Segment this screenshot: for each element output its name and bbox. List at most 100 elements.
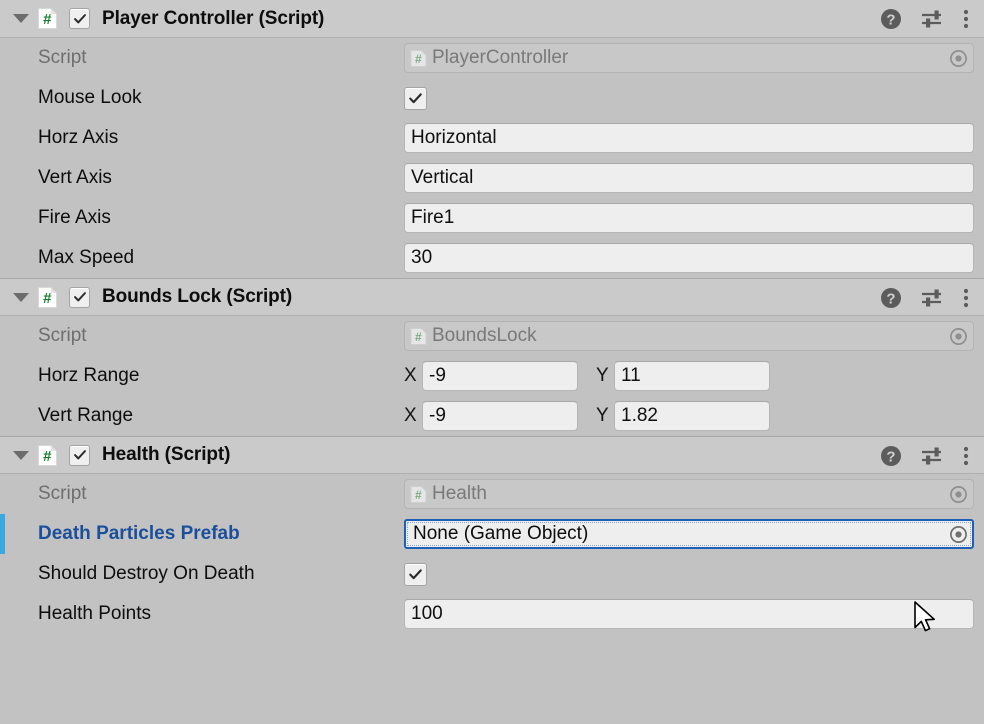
component-header[interactable]: Player Controller (Script) <box>0 0 984 38</box>
script-object-field[interactable]: PlayerController <box>404 43 974 73</box>
kebab-menu-icon[interactable] <box>962 8 970 30</box>
script-object-field[interactable]: BoundsLock <box>404 321 974 351</box>
property-label: Mouse Look <box>38 87 142 108</box>
property-text-input[interactable]: Fire1 <box>404 203 974 233</box>
component-header[interactable]: Health (Script) <box>0 436 984 474</box>
preset-slider-icon-glyph <box>920 287 944 309</box>
help-icon-glyph <box>880 445 902 467</box>
preset-slider-icon[interactable] <box>920 445 944 467</box>
property-value: Fire1 <box>411 207 455 228</box>
check-icon <box>72 11 88 27</box>
property-row: Death Particles Prefab None (Game Object) <box>0 514 984 554</box>
property-label: Vert Range <box>38 405 134 426</box>
preset-slider-icon[interactable] <box>920 8 944 30</box>
property-row: Vert Range X -9 Y 1.82 <box>0 396 984 436</box>
property-row: Horz Range X -9 Y 11 <box>0 356 984 396</box>
property-checkbox[interactable] <box>404 562 427 586</box>
chevron-down-icon <box>13 14 29 23</box>
property-field: None (Game Object) <box>404 519 984 549</box>
help-icon[interactable] <box>880 445 902 467</box>
component-header-icons <box>880 279 970 317</box>
help-icon[interactable] <box>880 287 902 309</box>
preset-slider-icon[interactable] <box>920 287 944 309</box>
property-label: Max Speed <box>38 247 135 268</box>
kebab-menu-icon-glyph <box>962 445 970 467</box>
component-enabled-checkbox[interactable] <box>69 444 90 466</box>
y-value: 11 <box>621 365 641 386</box>
cs-script-icon <box>409 327 428 346</box>
component-title: Health (Script) <box>102 444 231 465</box>
y-value-input[interactable]: 11 <box>614 361 770 391</box>
property-value: Horizontal <box>411 127 497 148</box>
property-field <box>404 86 984 110</box>
unity-inspector-panel: Player Controller (Script) Script PlayerCo… <box>0 0 984 724</box>
script-object-field[interactable]: Health <box>404 479 974 509</box>
check-icon <box>407 566 424 583</box>
object-picker-icon[interactable] <box>948 524 969 545</box>
property-value: 30 <box>411 247 433 268</box>
x-value-input[interactable]: -9 <box>422 361 578 391</box>
object-picker-icon[interactable] <box>948 48 969 69</box>
component-body: Script PlayerController Mouse Look Horz Axi… <box>0 38 984 278</box>
property-label: Horz Range <box>38 365 140 386</box>
property-field: 100 <box>404 599 984 629</box>
component-body: Script Health Death Particles Prefab None (… <box>0 474 984 634</box>
y-value-input[interactable]: 1.82 <box>614 401 770 431</box>
property-text-input[interactable]: Vertical <box>404 163 974 193</box>
foldout-toggle[interactable] <box>8 0 34 38</box>
property-text-input[interactable]: Horizontal <box>404 123 974 153</box>
kebab-menu-icon[interactable] <box>962 287 970 309</box>
property-field: Vertical <box>404 163 984 193</box>
object-reference-field[interactable]: None (Game Object) <box>404 519 974 549</box>
object-picker-icon-glyph <box>948 48 969 69</box>
property-text-input[interactable]: 30 <box>404 243 974 273</box>
cs-script-icon <box>409 485 428 504</box>
object-picker-icon[interactable] <box>948 326 969 347</box>
property-field: X -9 Y 1.82 <box>404 401 984 431</box>
x-value: -9 <box>429 405 446 426</box>
kebab-menu-icon-glyph <box>962 287 970 309</box>
cs-script-icon <box>36 444 59 467</box>
object-picker-icon[interactable] <box>948 484 969 505</box>
property-row: Fire Axis Fire1 <box>0 198 984 238</box>
x-axis-label: X <box>404 405 417 426</box>
property-label: Health Points <box>38 603 152 624</box>
component-header-icons <box>880 0 970 38</box>
cs-script-icon-glyph <box>36 286 59 309</box>
cs-script-icon <box>36 286 59 309</box>
component-title: Bounds Lock (Script) <box>102 286 293 307</box>
property-label: Vert Axis <box>38 167 112 188</box>
help-icon-glyph <box>880 287 902 309</box>
object-picker-icon-glyph <box>948 524 969 545</box>
property-field: X -9 Y 11 <box>404 361 984 391</box>
component-title: Player Controller (Script) <box>102 7 325 29</box>
prefab-override-bar <box>0 514 5 554</box>
component-header[interactable]: Bounds Lock (Script) <box>0 278 984 316</box>
component-enabled-checkbox[interactable] <box>69 8 90 29</box>
property-checkbox[interactable] <box>404 86 427 110</box>
property-text-input[interactable]: 100 <box>404 599 974 629</box>
foldout-toggle[interactable] <box>8 436 34 474</box>
property-value: 100 <box>411 603 443 624</box>
script-object-value: Health <box>432 483 487 504</box>
property-row: Script PlayerController <box>0 38 984 78</box>
y-axis-label: Y <box>596 365 609 386</box>
foldout-toggle[interactable] <box>8 278 34 316</box>
x-value-input[interactable]: -9 <box>422 401 578 431</box>
vector2-field: X -9 Y 1.82 <box>404 401 770 431</box>
property-row: Should Destroy On Death <box>0 554 984 594</box>
property-row: Script Health <box>0 474 984 514</box>
object-picker-icon-glyph <box>948 326 969 347</box>
script-object-value: PlayerController <box>432 47 569 68</box>
property-row: Mouse Look <box>0 78 984 118</box>
property-label: Should Destroy On Death <box>38 563 255 584</box>
property-row: Max Speed 30 <box>0 238 984 278</box>
property-field: BoundsLock <box>404 321 984 351</box>
component-enabled-checkbox[interactable] <box>69 286 90 308</box>
cs-script-icon-glyph <box>409 327 428 346</box>
property-field: Health <box>404 479 984 509</box>
help-icon[interactable] <box>880 8 902 30</box>
x-value: -9 <box>429 365 446 386</box>
kebab-menu-icon[interactable] <box>962 445 970 467</box>
property-row: Health Points 100 <box>0 594 984 634</box>
